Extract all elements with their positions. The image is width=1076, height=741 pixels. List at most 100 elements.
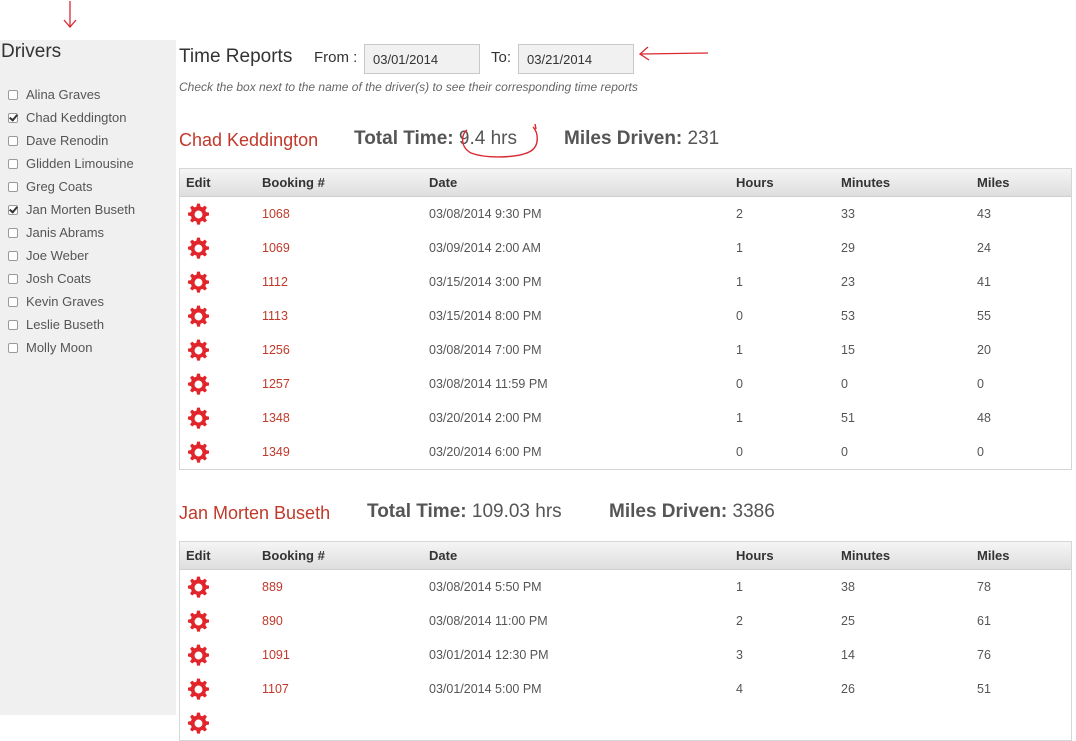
driver-checkbox[interactable] [8, 250, 18, 261]
col-date: Date [429, 175, 458, 190]
gear-icon[interactable] [186, 372, 211, 397]
table-row: 1112 03/15/2014 3:00 PM 1 23 41 [180, 265, 1071, 299]
to-date-input[interactable] [518, 44, 634, 74]
date-cell: 03/09/2014 2:00 AM [429, 241, 541, 255]
booking-link[interactable]: 1091 [262, 638, 290, 672]
minutes-cell: 15 [841, 343, 855, 357]
date-cell: 03/08/2014 7:00 PM [429, 343, 542, 357]
table-row: 1113 03/15/2014 8:00 PM 0 53 55 [180, 299, 1071, 333]
miles-cell: 48 [977, 411, 991, 425]
driver-checkbox[interactable] [8, 296, 18, 307]
booking-link[interactable]: 889 [262, 570, 283, 604]
table-row: 1107 03/01/2014 5:00 PM 4 26 51 [180, 672, 1071, 706]
booking-link[interactable]: 1068 [262, 197, 290, 231]
table-row: 1068 03/08/2014 9:30 PM 2 33 43 [180, 197, 1071, 231]
table-row: 890 03/08/2014 11:00 PM 2 25 61 [180, 604, 1071, 638]
gear-icon[interactable] [186, 440, 211, 465]
booking-link[interactable]: 1349 [262, 435, 290, 469]
driver-checkbox[interactable] [8, 135, 18, 146]
minutes-cell: 14 [841, 648, 855, 662]
driver-item[interactable]: Leslie Buseth [8, 313, 135, 336]
driver-item[interactable]: Janis Abrams [8, 221, 135, 244]
gear-icon[interactable] [186, 677, 211, 702]
driver-label: Dave Renodin [26, 133, 109, 148]
from-date-input[interactable] [364, 44, 480, 74]
table-row: 1091 03/01/2014 12:30 PM 3 14 76 [180, 638, 1071, 672]
driver-checkbox[interactable] [8, 273, 18, 284]
driver-item[interactable]: Jan Morten Buseth [8, 198, 135, 221]
miles-cell: 24 [977, 241, 991, 255]
booking-link[interactable]: 1257 [262, 367, 290, 401]
booking-link[interactable]: 890 [262, 604, 283, 638]
driver-checkbox[interactable] [8, 342, 18, 353]
miles-driven-label: Miles Driven: [609, 501, 728, 522]
booking-link[interactable]: 1113 [262, 299, 288, 333]
gear-icon[interactable] [186, 236, 211, 261]
col-booking: Booking # [262, 175, 325, 190]
driver-item[interactable]: Josh Coats [8, 267, 135, 290]
miles-driven-stat: Miles Driven: 3386 [609, 501, 775, 523]
hours-cell: 1 [736, 275, 743, 289]
gear-icon[interactable] [186, 609, 211, 634]
edit-cell [186, 231, 211, 265]
minutes-cell: 29 [841, 241, 855, 255]
driver-checkbox[interactable] [8, 89, 18, 100]
booking-link[interactable]: 1069 [262, 231, 290, 265]
driver-label: Alina Graves [26, 87, 101, 102]
driver-label: Kevin Graves [26, 294, 105, 309]
driver-label: Leslie Buseth [26, 317, 105, 332]
gear-icon[interactable] [186, 338, 211, 363]
driver-checkbox[interactable] [8, 181, 18, 192]
col-miles: Miles [977, 548, 1010, 563]
gear-icon[interactable] [186, 202, 211, 227]
miles-driven-label: Miles Driven: [564, 128, 683, 149]
booking-link[interactable]: 1107 [262, 672, 289, 706]
minutes-cell: 38 [841, 580, 855, 594]
driver-item[interactable]: Alina Graves [8, 83, 135, 106]
booking-link[interactable]: 1256 [262, 333, 290, 367]
driver-checkbox[interactable] [8, 112, 18, 123]
driver-item[interactable]: Molly Moon [8, 336, 135, 359]
table-row: 1348 03/20/2014 2:00 PM 1 51 48 [180, 401, 1071, 435]
driver-item[interactable]: Glidden Limousine [8, 152, 135, 175]
miles-cell: 61 [977, 614, 991, 628]
driver-item[interactable]: Kevin Graves [8, 290, 135, 313]
instructions-hint: Check the box next to the name of the dr… [179, 80, 638, 94]
date-cell: 03/01/2014 12:30 PM [429, 648, 549, 662]
edit-cell [186, 367, 211, 401]
gear-icon[interactable] [186, 406, 211, 431]
miles-cell: 20 [977, 343, 991, 357]
col-date: Date [429, 548, 458, 563]
gear-icon[interactable] [186, 270, 211, 295]
edit-cell [186, 435, 211, 469]
driver-label: Glidden Limousine [26, 156, 134, 171]
miles-cell: 76 [977, 648, 991, 662]
driver-checkbox[interactable] [8, 204, 18, 215]
driver-item[interactable]: Chad Keddington [8, 106, 135, 129]
driver-item[interactable]: Joe Weber [8, 244, 135, 267]
report-driver-name: Chad Keddington [179, 130, 319, 150]
edit-cell [186, 672, 211, 706]
driver-item[interactable]: Dave Renodin [8, 129, 135, 152]
driver-checkbox[interactable] [8, 227, 18, 238]
booking-link[interactable]: 1112 [262, 265, 288, 299]
minutes-cell: 25 [841, 614, 855, 628]
gear-icon[interactable] [186, 575, 211, 600]
gear-icon[interactable] [186, 711, 211, 736]
driver-checkbox[interactable] [8, 319, 18, 330]
gear-icon[interactable] [186, 304, 211, 329]
driver-list: Alina Graves Chad Keddington Dave Renodin G… [8, 83, 135, 359]
booking-link[interactable]: 1348 [262, 401, 290, 435]
hours-cell: 2 [736, 207, 743, 221]
edit-cell [186, 638, 211, 672]
gear-icon[interactable] [186, 643, 211, 668]
table-row: 1257 03/08/2014 11:59 PM 0 0 0 [180, 367, 1071, 401]
date-cell: 03/08/2014 11:00 PM [429, 614, 548, 628]
date-cell: 03/20/2014 2:00 PM [429, 411, 542, 425]
miles-driven-stat: Miles Driven: 231 [564, 128, 719, 150]
driver-checkbox[interactable] [8, 158, 18, 169]
report-driver-name: Jan Morten Buseth [179, 503, 331, 523]
driver-item[interactable]: Greg Coats [8, 175, 135, 198]
minutes-cell: 23 [841, 275, 855, 289]
col-minutes: Minutes [841, 175, 891, 190]
